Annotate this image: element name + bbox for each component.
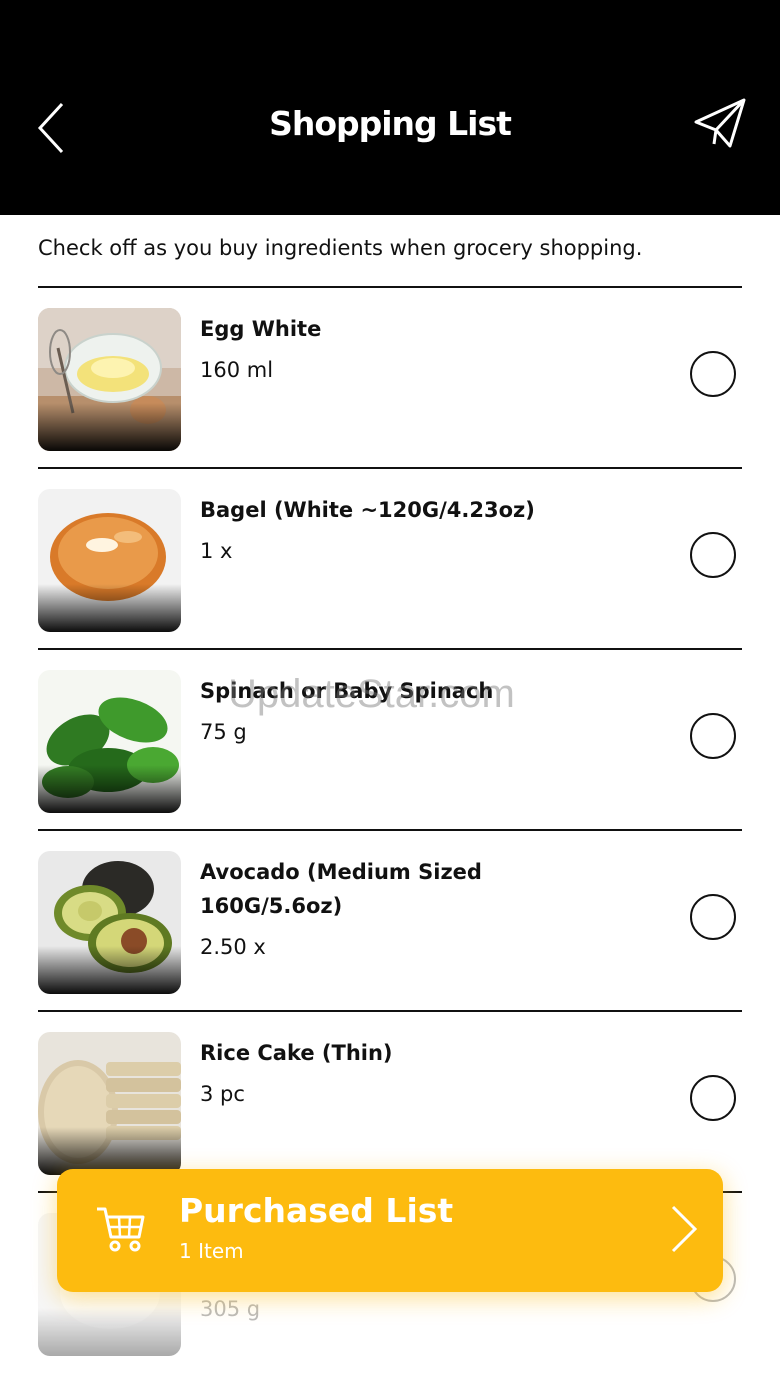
page-title: Shopping List xyxy=(269,104,512,143)
check-circle[interactable] xyxy=(690,713,736,759)
list-item: Bagel (White ~120G/4.23oz) 1 x xyxy=(38,467,742,648)
instructions-text: Check off as you buy ingredients when gr… xyxy=(38,236,643,260)
chevron-right-icon xyxy=(671,1205,698,1253)
item-name: Egg White xyxy=(200,317,322,341)
check-circle[interactable] xyxy=(690,1075,736,1121)
purchased-list-title: Purchased List xyxy=(179,1191,454,1230)
item-quantity: 75 g xyxy=(200,720,247,744)
list-item: Spinach or Baby Spinach 75 g xyxy=(38,648,742,829)
spinach-photo-icon xyxy=(38,670,181,813)
item-quantity: 2.50 x xyxy=(200,935,266,959)
item-quantity: 3 pc xyxy=(200,1082,245,1106)
bagel-photo-icon xyxy=(38,489,181,632)
item-quantity: 160 ml xyxy=(200,358,274,382)
item-quantity: 1 x xyxy=(200,539,233,563)
egg-white-photo-icon xyxy=(38,308,181,451)
list-item: Rice Cake (Thin) 3 pc xyxy=(38,1010,742,1191)
check-circle[interactable] xyxy=(690,894,736,940)
list-item: Avocado (Medium Sized 160G/5.6oz) 2.50 x xyxy=(38,829,742,1010)
list-item: Egg White 160 ml xyxy=(38,286,742,467)
item-name: Avocado (Medium Sized 160G/5.6oz) xyxy=(200,860,482,918)
avocado-photo-icon xyxy=(38,851,181,994)
check-circle[interactable] xyxy=(690,532,736,578)
item-quantity: 305 g xyxy=(200,1297,261,1321)
item-name: Rice Cake (Thin) xyxy=(200,1041,393,1065)
item-name: Bagel (White ~120G/4.23oz) xyxy=(200,498,535,522)
send-paper-plane-icon[interactable] xyxy=(690,96,750,152)
item-name: Spinach or Baby Spinach xyxy=(200,679,494,703)
shopping-cart-icon xyxy=(97,1207,145,1252)
purchased-list-button[interactable]: Purchased List 1 Item xyxy=(57,1169,723,1292)
rice-cake-photo-icon xyxy=(38,1032,181,1175)
check-circle[interactable] xyxy=(690,351,736,397)
header-bar: Shopping List xyxy=(0,0,780,215)
purchased-count: 1 Item xyxy=(179,1239,244,1263)
